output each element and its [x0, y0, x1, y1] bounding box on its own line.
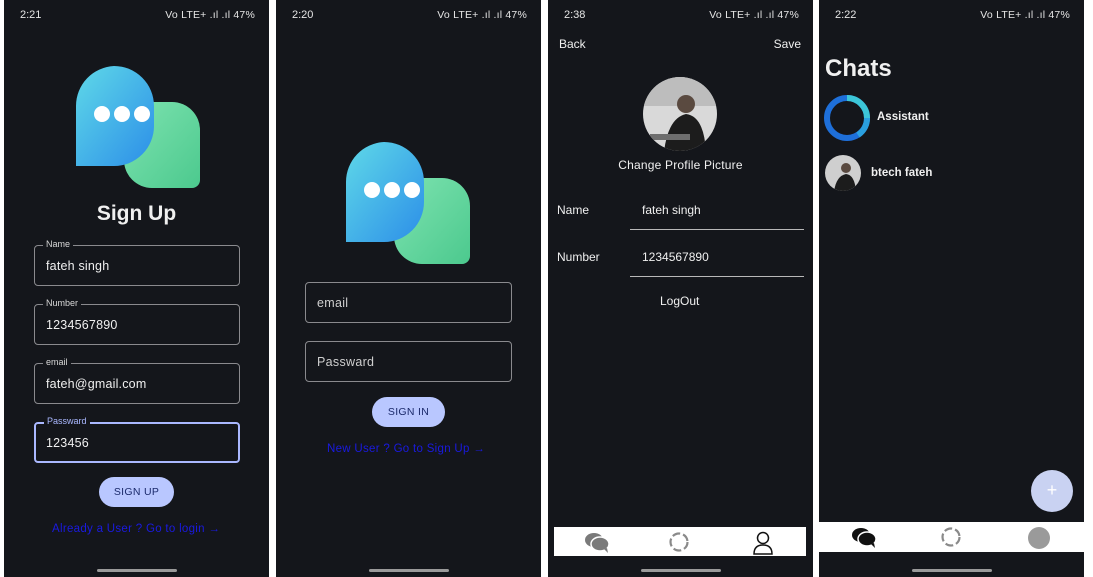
- email-placeholder: email: [317, 296, 349, 310]
- home-indicator[interactable]: [911, 569, 992, 572]
- status-time: 2:38: [564, 9, 586, 21]
- status-bar: 2:20 Vo LTE+ .ıl .ıl 47%: [276, 9, 541, 25]
- signin-button[interactable]: SIGN IN: [372, 397, 445, 427]
- field-label: Name: [43, 239, 74, 249]
- signup-button[interactable]: SIGN UP: [99, 477, 174, 507]
- back-button[interactable]: Back: [559, 37, 586, 51]
- chat-list-item[interactable]: btech fateh: [819, 152, 1084, 192]
- status-indicators: Vo LTE+ .ıl .ıl 47%: [980, 9, 1070, 21]
- chats-nav-icon[interactable]: [584, 531, 610, 553]
- chats-nav-icon[interactable]: [851, 526, 877, 548]
- field-value: 1234567890: [46, 318, 118, 332]
- status-bar: 2:21 Vo LTE+ .ıl .ıl 47%: [4, 9, 269, 25]
- profile-screen: 2:38 Vo LTE+ .ıl .ıl 47% Back Save Chang…: [548, 0, 813, 577]
- new-chat-fab[interactable]: +: [1031, 470, 1073, 512]
- profile-avatar[interactable]: [642, 76, 718, 152]
- number-input[interactable]: 1234567890: [642, 250, 709, 264]
- status-bar: 2:38 Vo LTE+ .ıl .ıl 47%: [548, 9, 813, 25]
- field-value: fateh@gmail.com: [46, 377, 147, 391]
- email-field[interactable]: email fateh@gmail.com: [34, 357, 240, 404]
- field-label: Passward: [44, 416, 90, 426]
- page-title: Chats: [825, 55, 892, 82]
- home-indicator[interactable]: [640, 569, 721, 572]
- field-value: 123456: [46, 436, 89, 450]
- number-field[interactable]: Number 1234567890: [34, 298, 240, 345]
- home-indicator[interactable]: [96, 569, 177, 572]
- password-input[interactable]: Passward: [305, 341, 512, 382]
- profile-nav-icon[interactable]: [1027, 526, 1051, 550]
- field-value: fateh singh: [46, 259, 110, 273]
- save-button[interactable]: Save: [774, 37, 801, 51]
- chat-list-item[interactable]: Assistant: [819, 92, 1084, 142]
- number-label: Number: [557, 250, 600, 264]
- chat-name: Assistant: [877, 111, 929, 123]
- signin-screen: 2:20 Vo LTE+ .ıl .ıl 47% email Passward …: [276, 0, 541, 577]
- status-time: 2:21: [20, 9, 42, 21]
- chat-name: btech fateh: [871, 167, 933, 179]
- name-input[interactable]: fateh singh: [642, 203, 701, 217]
- user-avatar: [825, 155, 861, 191]
- chat-logo-icon: [75, 66, 200, 188]
- home-indicator[interactable]: [368, 569, 449, 572]
- logout-button[interactable]: LogOut: [660, 294, 699, 308]
- status-indicators: Vo LTE+ .ıl .ıl 47%: [709, 9, 799, 21]
- divider: [630, 276, 804, 277]
- change-profile-picture-link[interactable]: Change Profile Picture: [548, 158, 813, 172]
- status-time: 2:22: [835, 9, 857, 21]
- field-label: Number: [43, 298, 82, 308]
- status-indicators: Vo LTE+ .ıl .ıl 47%: [437, 9, 527, 21]
- divider: [630, 229, 804, 230]
- status-nav-icon[interactable]: [940, 526, 962, 548]
- field-label: email: [43, 357, 71, 367]
- name-field[interactable]: Name fateh singh: [34, 239, 240, 286]
- bottom-nav: [819, 522, 1084, 552]
- status-nav-icon[interactable]: [668, 531, 690, 553]
- name-label: Name: [557, 203, 590, 217]
- email-input[interactable]: email: [305, 282, 512, 323]
- password-field[interactable]: Passward 123456: [34, 416, 240, 463]
- go-to-signup-link[interactable]: New User ? Go to Sign Up →: [327, 443, 485, 455]
- go-to-login-link[interactable]: Already a User ? Go to login →: [52, 523, 220, 535]
- status-bar: 2:22 Vo LTE+ .ıl .ıl 47%: [819, 9, 1084, 25]
- chats-screen: 2:22 Vo LTE+ .ıl .ıl 47% Chats Assistant…: [819, 0, 1084, 577]
- page-title: Sign Up: [96, 202, 177, 225]
- assistant-avatar-icon: [824, 95, 870, 141]
- password-placeholder: Passward: [317, 355, 375, 369]
- bottom-nav: [554, 527, 806, 556]
- signup-screen: 2:21 Vo LTE+ .ıl .ıl 47% Sign Up Name fa…: [4, 0, 269, 577]
- status-indicators: Vo LTE+ .ıl .ıl 47%: [165, 9, 255, 21]
- profile-nav-icon[interactable]: [752, 531, 774, 555]
- status-time: 2:20: [292, 9, 314, 21]
- chat-logo-icon: [345, 142, 470, 264]
